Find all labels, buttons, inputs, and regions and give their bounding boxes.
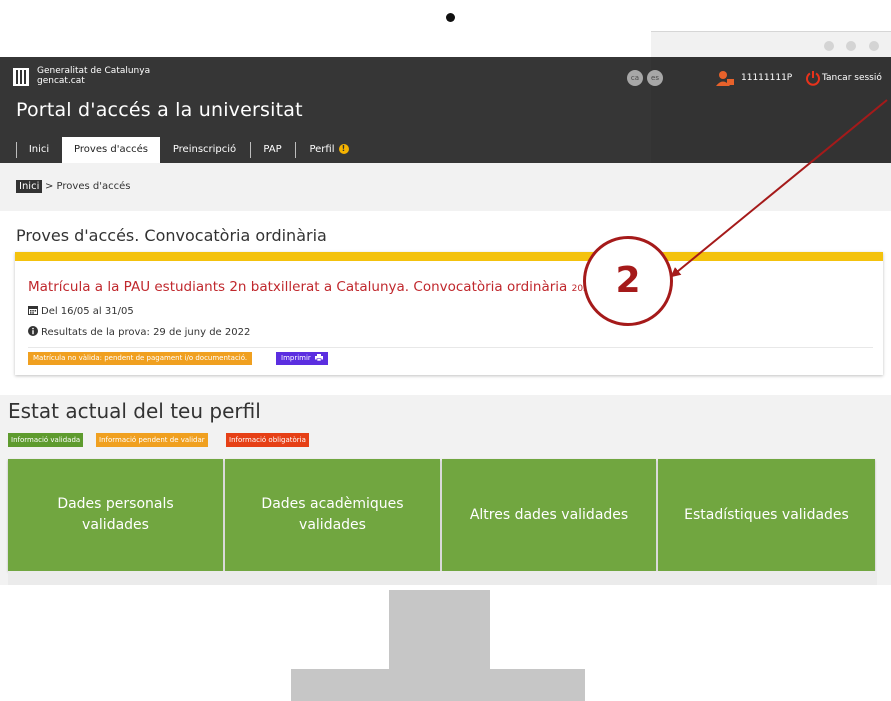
- tile-label: Estadístiques validades: [684, 506, 849, 523]
- logout-link[interactable]: Tancar sessió: [822, 73, 882, 83]
- tab-pap[interactable]: PAP: [251, 137, 294, 163]
- legend-valid-badge: Informació validada: [8, 433, 84, 447]
- breadcrumb-home-link[interactable]: Inici: [16, 180, 43, 193]
- tab-perfil[interactable]: Perfil!: [296, 137, 362, 163]
- warning-icon: !: [338, 144, 349, 154]
- tile-label: Dades personals validades: [57, 496, 174, 533]
- results-info: Resultats de la prova: 29 de juny de 202…: [28, 326, 250, 338]
- decorative-dot: [446, 13, 455, 22]
- portal-title: Portal d'accés a la universitat: [16, 99, 303, 121]
- legend-required-badge: Informació obligatòria: [226, 433, 309, 447]
- breadcrumb-current: > Proves d'accés: [45, 181, 131, 192]
- tab-perfil-label: Perfil: [309, 144, 335, 155]
- tile-statistics[interactable]: Estadístiques validades: [658, 459, 875, 571]
- browser-window-controls: [651, 31, 891, 58]
- registration-dates: Del 16/05 al 31/05: [28, 305, 134, 317]
- tile-other-data[interactable]: Altres dades validades: [442, 459, 656, 571]
- status-badge: Matrícula no vàlida: pendent de pagament…: [28, 352, 253, 365]
- window-dot-icon[interactable]: [869, 41, 879, 51]
- tab-inici[interactable]: Inici: [17, 137, 61, 163]
- printer-icon: [315, 354, 324, 362]
- user-icon: [716, 71, 734, 86]
- tab-proves-acces[interactable]: Proves d'accés: [62, 137, 160, 163]
- registration-title-link[interactable]: Matrícula a la PAU estudiants 2n batxill…: [28, 279, 595, 295]
- legend-pending-badge: Informació pendent de validar: [96, 433, 208, 447]
- calendar-icon: [28, 306, 38, 315]
- user-id: 11111111P: [741, 73, 793, 83]
- tile-academic-data[interactable]: Dades acadèmiques validades: [225, 459, 440, 571]
- language-es-button[interactable]: es: [647, 70, 663, 86]
- print-label: Imprimir: [281, 354, 311, 362]
- generalitat-logo-icon[interactable]: [13, 68, 29, 86]
- tile-label: Altres dades validades: [469, 506, 629, 523]
- generalitat-logo-text[interactable]: Generalitat de Catalunya gencat.cat: [37, 66, 150, 86]
- profile-title: Estat actual del teu perfil: [8, 399, 261, 423]
- info-icon: [28, 326, 38, 336]
- window-dot-icon[interactable]: [824, 41, 834, 51]
- results-label: Resultats de la prova:: [41, 327, 150, 338]
- step-number: 2: [615, 260, 641, 301]
- page-title: Proves d'accés. Convocatòria ordinària: [16, 226, 327, 245]
- card-accent-bar: [15, 252, 883, 261]
- tile-personal-data[interactable]: Dades personals validades: [8, 459, 223, 571]
- divider: [28, 347, 873, 348]
- logo-line-2: gencat.cat: [37, 76, 85, 86]
- print-button[interactable]: Imprimir: [276, 352, 329, 365]
- logo-line-1: Generalitat de Catalunya: [37, 66, 151, 76]
- tile-label: Dades acadèmiques validades: [261, 496, 404, 533]
- breadcrumb-bar: [0, 163, 891, 211]
- window-dot-icon[interactable]: [846, 41, 856, 51]
- placeholder-block: [389, 590, 490, 670]
- results-date: 29 de juny de 2022: [153, 327, 251, 338]
- power-icon[interactable]: [805, 70, 821, 86]
- profile-footer-strip: [8, 571, 877, 585]
- placeholder-base: [291, 669, 585, 701]
- registration-dates-text: Del 16/05 al 31/05: [41, 306, 134, 317]
- language-ca-button[interactable]: ca: [627, 70, 643, 86]
- tab-preinscripcio[interactable]: Preinscripció: [160, 137, 249, 163]
- registration-title: Matrícula a la PAU estudiants 2n batxill…: [28, 279, 568, 295]
